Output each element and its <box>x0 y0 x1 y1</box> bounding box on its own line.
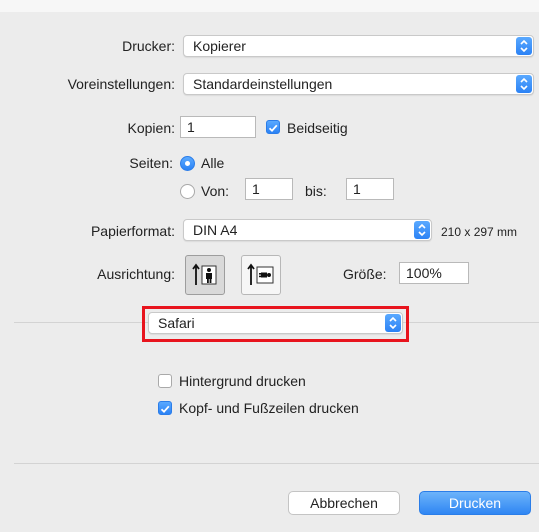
scale-value: 100% <box>406 265 442 281</box>
pages-from-value: 1 <box>252 181 260 197</box>
checkmark-icon <box>160 405 170 414</box>
chevron-updown-icon <box>516 75 532 93</box>
chevron-updown-icon <box>516 37 532 55</box>
scale-field[interactable]: 100% <box>399 262 469 284</box>
pages-to-label: bis: <box>305 183 327 199</box>
duplex-label: Beidseitig <box>287 120 348 136</box>
paper-popup[interactable]: DIN A4 <box>183 219 432 241</box>
printer-label: Drucker: <box>122 38 175 54</box>
landscape-icon <box>247 263 274 285</box>
pages-label: Seiten: <box>129 155 173 171</box>
presets-popup[interactable]: Standardeinstellungen <box>183 73 534 95</box>
chevron-updown-icon <box>385 314 401 332</box>
print-background-checkbox[interactable] <box>158 374 172 388</box>
print-button[interactable]: Drucken <box>419 491 531 515</box>
headers-footers-checkbox[interactable] <box>158 401 172 415</box>
portrait-icon <box>192 263 217 285</box>
chevron-updown-icon <box>414 221 430 239</box>
printer-value: Kopierer <box>193 38 246 54</box>
copies-field[interactable]: 1 <box>180 116 256 138</box>
presets-label: Voreinstellungen: <box>67 76 175 92</box>
orientation-landscape-button[interactable] <box>241 255 281 295</box>
paper-size-text: 210 x 297 mm <box>441 225 518 239</box>
app-options-popup[interactable]: Safari <box>148 312 403 334</box>
printer-popup[interactable]: Kopierer <box>183 35 534 57</box>
pages-to-value: 1 <box>353 181 361 197</box>
print-background-label: Hintergrund drucken <box>179 373 306 389</box>
pages-all-label: Alle <box>201 155 225 171</box>
presets-value: Standardeinstellungen <box>193 76 333 92</box>
dialog-top-edge <box>0 0 539 12</box>
copies-value: 1 <box>187 119 195 135</box>
pages-all-radio[interactable] <box>180 156 195 171</box>
duplex-checkbox[interactable] <box>266 120 280 134</box>
pages-from-field[interactable]: 1 <box>245 178 293 200</box>
copies-label: Kopien: <box>127 120 175 136</box>
paper-value: DIN A4 <box>193 222 238 238</box>
paper-label: Papierformat: <box>90 223 175 239</box>
cancel-button[interactable]: Abbrechen <box>288 491 400 515</box>
scale-label: Größe: <box>343 266 387 282</box>
print-dialog: Drucker: Kopierer Voreinstellungen: Stan… <box>0 0 539 532</box>
app-options-value: Safari <box>158 315 195 331</box>
orientation-label: Ausrichtung: <box>97 266 175 282</box>
checkmark-icon <box>268 124 278 133</box>
pages-range-radio[interactable] <box>180 184 195 199</box>
divider-bottom <box>14 463 539 464</box>
pages-to-field[interactable]: 1 <box>346 178 394 200</box>
pages-range-label: Von: <box>201 183 230 199</box>
orientation-portrait-button[interactable] <box>185 255 225 295</box>
headers-footers-label: Kopf- und Fußzeilen drucken <box>179 400 359 416</box>
